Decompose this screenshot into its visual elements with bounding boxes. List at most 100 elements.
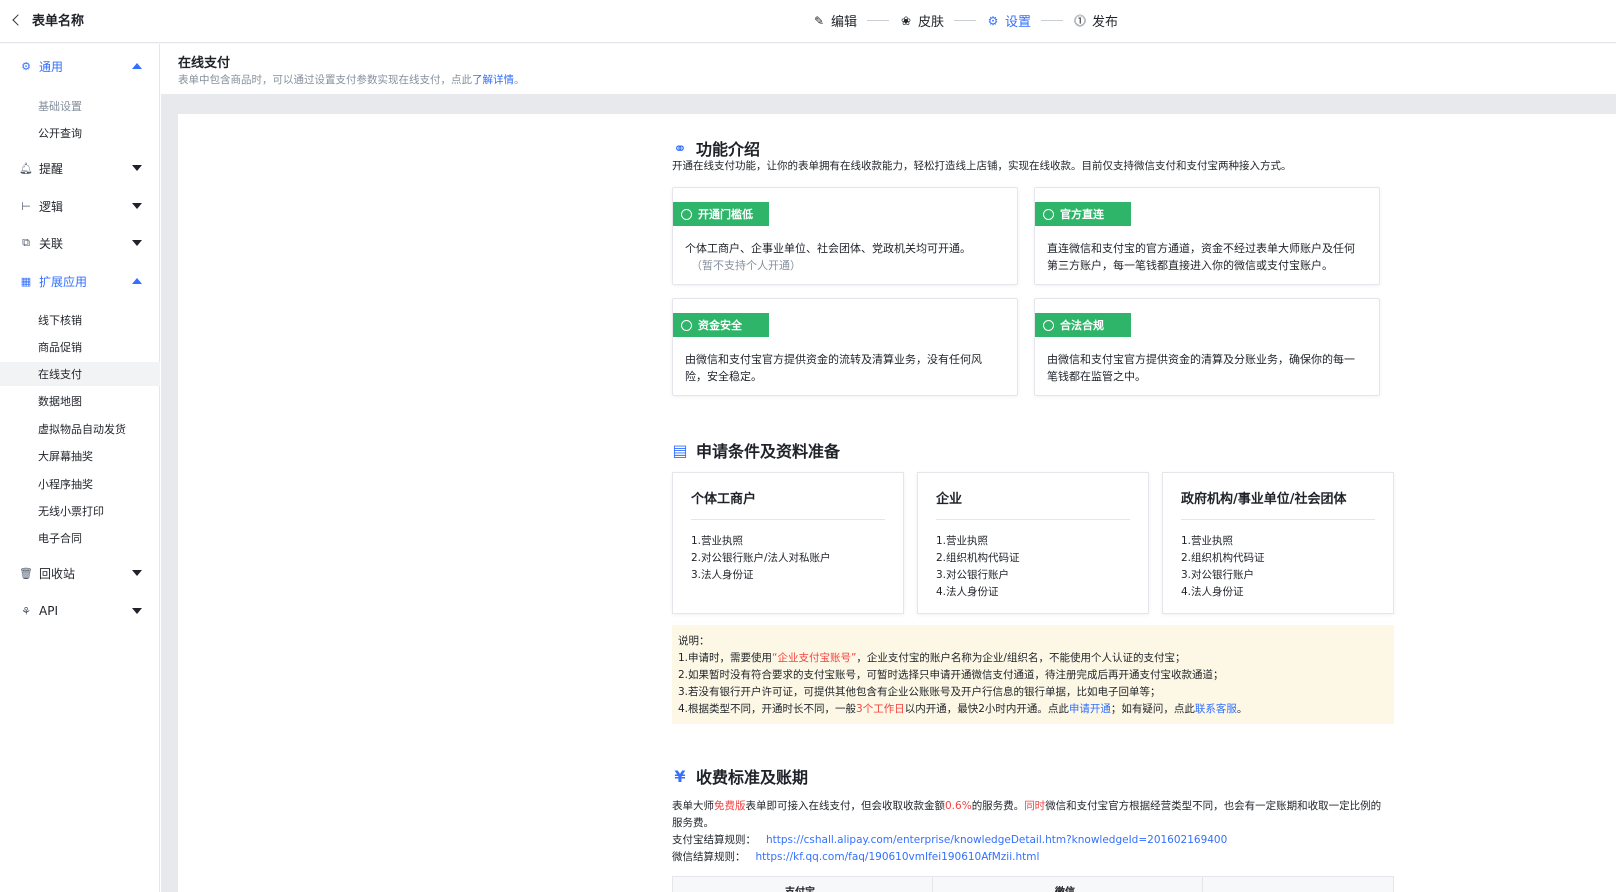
- gear-icon: ⚙: [987, 13, 999, 28]
- palette-icon: ❀: [900, 13, 912, 28]
- step-divider: [1041, 20, 1064, 21]
- feature-badge: 官方直连: [1035, 202, 1131, 226]
- sidebar-group-relation[interactable]: ⧉ 关联: [0, 230, 160, 256]
- step-edit[interactable]: ✎ 编辑: [812, 11, 858, 31]
- sidebar-item-public-query[interactable]: 公开查询: [0, 121, 160, 145]
- requirement-list: 1.营业执照 2.组织机构代码证 3.对公银行账户 4.法人身份证: [936, 533, 1020, 601]
- sidebar-item-basic-settings[interactable]: 基础设置: [0, 94, 160, 118]
- gear-icon: ⚙: [21, 59, 31, 73]
- logic-icon: ⊢: [21, 199, 31, 213]
- table-header-alipay: 支付宝: [785, 883, 815, 892]
- wechat-rule-link[interactable]: https://kf.qq.com/faq/190610vmIfei190610…: [756, 851, 1040, 863]
- step-skin[interactable]: ❀ 皮肤: [899, 11, 945, 31]
- table-header-wechat: 微信: [1055, 883, 1075, 892]
- table-header-cell: 微信: [933, 877, 1203, 892]
- note-text: ，企业支付宝的账户名称为企业/组织名，不能使用个人认证的支付宝；: [856, 652, 1186, 664]
- apps-icon: ▦: [20, 274, 32, 288]
- sidebar-item-online-payment[interactable]: 在线支付: [0, 362, 160, 386]
- sidebar-group-label: 逻辑: [39, 199, 64, 214]
- step-skin-label: 皮肤: [918, 15, 945, 30]
- document-icon: ▤: [672, 440, 688, 460]
- step-publish[interactable]: ⓵ 发布: [1073, 11, 1118, 31]
- requirement-card-title: 企业: [936, 492, 963, 507]
- sidebar-group-api[interactable]: ⚘ API: [0, 598, 160, 624]
- fees-section-title: ¥ 收费标准及账期: [672, 764, 808, 788]
- list-item: 4.法人身份证: [936, 586, 999, 598]
- sidebar-item-virtual-delivery[interactable]: 虚拟物品自动发货: [0, 417, 160, 441]
- sidebar-group-label: 扩展应用: [39, 274, 88, 289]
- bell-icon: 🔔︎: [19, 161, 33, 175]
- step-settings[interactable]: ⚙ 设置: [986, 11, 1031, 31]
- intro-title-text: 功能介绍: [696, 140, 761, 159]
- sidebar-group-general[interactable]: ⚙ 通用: [0, 53, 160, 79]
- divider: [936, 519, 1130, 520]
- list-item: 4.法人身份证: [1181, 586, 1244, 598]
- requirement-card: 个体工商户 1.营业执照 2.对公银行账户/法人对私账户 3.法人身份证: [672, 472, 904, 614]
- list-item: 1.营业执照: [936, 535, 989, 547]
- sidebar-item-e-contract[interactable]: 电子合同: [0, 526, 160, 550]
- feature-text-main: 个体工商户、企事业单位、社会团体、党政机关均可开通。: [685, 242, 971, 255]
- sidebar-item-promotion[interactable]: 商品促销: [0, 335, 160, 359]
- sidebar-item-offline-verify[interactable]: 线下核销: [0, 308, 160, 332]
- top-bar: 表单名称 ✎ 编辑 ❀ 皮肤 ⚙ 设置 ⓵ 发布: [0, 0, 1616, 43]
- sidebar-group-label: 通用: [39, 59, 64, 74]
- compliance-icon: [1043, 319, 1054, 331]
- list-item: 1.营业执照: [1181, 535, 1234, 547]
- fee-highlight: 同时: [1024, 800, 1046, 812]
- feature-text: 由微信和支付宝官方提供资金的流转及清算业务，没有任何风险，安全稳定。: [685, 353, 982, 383]
- apply-link[interactable]: 申请开通: [1069, 703, 1111, 715]
- feature-card: 开通门槛低 个体工商户、企事业单位、社会团体、党政机关均可开通。 （暂不支持个人开…: [672, 187, 1018, 285]
- sidebar-group-remind[interactable]: 🔔︎ 提醒: [0, 155, 160, 181]
- alipay-rule: 支付宝结算规则： https://cshall.alipay.com/enterp…: [672, 832, 1382, 849]
- fee-text: 表单即可接入在线支付，但会收取收款金额: [745, 800, 946, 812]
- requirement-card: 企业 1.营业执照 2.组织机构代码证 3.对公银行账户 4.法人身份证: [917, 472, 1149, 614]
- tag-icon: [681, 208, 692, 220]
- requirements-title-text: 申请条件及资料准备: [696, 442, 841, 461]
- caret-down-icon: [132, 165, 142, 171]
- feature-badge-label: 官方直连: [1060, 208, 1104, 221]
- fees-title-text: 收费标准及账期: [696, 768, 809, 787]
- feature-note: （暂不支持个人开通）: [691, 259, 801, 272]
- requirement-card-title: 个体工商户: [691, 492, 757, 507]
- note-line-3: 3.若没有银行开户许可证，可提供其他包含有企业公账账号及开户行信息的银行单据，比…: [678, 686, 1161, 698]
- features-icon: ⚭: [673, 138, 687, 158]
- sidebar-item-mini-lottery[interactable]: 小程序抽奖: [0, 472, 160, 496]
- divider: [1181, 519, 1375, 520]
- requirement-card: 政府机构/事业单位/社会团体 1.营业执照 2.组织机构代码证 3.对公银行账户…: [1162, 472, 1394, 614]
- sidebar-item-data-map[interactable]: 数据地图: [0, 389, 160, 413]
- trash-icon: 🗑︎: [19, 566, 33, 580]
- feature-text: 直连微信和支付宝的官方通道，资金不经过表单大师账户及任何第三方账户，每一笔钱都直…: [1047, 242, 1355, 272]
- divider: [691, 519, 885, 520]
- sidebar-item-screen-lottery[interactable]: 大屏幕抽奖: [0, 444, 160, 468]
- wechat-rule: 微信结算规则： https://kf.qq.com/faq/190610vmIfe…: [672, 849, 1382, 866]
- note-line-2: 2.如果暂时没有符合要求的支付宝账号，可暂时选择只申请开通微信支付通道，待注册完…: [678, 669, 1224, 681]
- step-divider: [954, 20, 977, 21]
- sidebar-group-label: API: [39, 604, 58, 618]
- contact-support-link[interactable]: 联系客服: [1195, 703, 1237, 715]
- sidebar-group-logic[interactable]: ⊢ 逻辑: [0, 193, 160, 219]
- sidebar-group-extend[interactable]: ▦ 扩展应用: [0, 268, 160, 294]
- alipay-rule-label: 支付宝结算规则：: [672, 834, 756, 846]
- requirement-list: 1.营业执照 2.对公银行账户/法人对私账户 3.法人身份证: [691, 533, 831, 584]
- list-item: 3.对公银行账户: [1181, 569, 1255, 581]
- fee-table-header: 支付宝 微信: [672, 876, 1394, 892]
- fee-text: 的服务费。: [971, 800, 1025, 812]
- step-edit-label: 编辑: [831, 15, 858, 30]
- alipay-rule-link[interactable]: https://cshall.alipay.com/enterprise/kno…: [766, 834, 1227, 846]
- sidebar-item-receipt-print[interactable]: 无线小票打印: [0, 499, 160, 523]
- fees-text: 表单大师免费版表单即可接入在线支付，但会收取收款金额0.6%的服务费。同时微信和…: [672, 798, 1382, 866]
- back-button[interactable]: 表单名称: [12, 10, 85, 29]
- feature-text: 个体工商户、企事业单位、社会团体、党政机关均可开通。 （暂不支持个人开通）: [685, 240, 1003, 274]
- note-text: ；如有疑问，点此: [1110, 703, 1195, 715]
- form-name: 表单名称: [32, 14, 85, 29]
- note-text: 以内开通，最快2小时内开通。点此: [904, 703, 1069, 715]
- sidebar-group-recycle[interactable]: 🗑︎ 回收站: [0, 560, 160, 586]
- caret-down-icon: [132, 608, 142, 614]
- page-header: 在线支付 表单中包含商品时，可以通过设置支付参数实现在线支付，点此了解详情。: [161, 44, 1616, 94]
- fee-text: 表单大师: [672, 800, 714, 812]
- shield-icon: [681, 319, 692, 331]
- learn-more-link[interactable]: 了解详情: [472, 74, 514, 86]
- feature-badge-label: 开通门槛低: [698, 208, 753, 221]
- publish-icon: ⓵: [1074, 13, 1087, 28]
- feature-card: 资金安全 由微信和支付宝官方提供资金的流转及清算业务，没有任何风险，安全稳定。: [672, 298, 1018, 396]
